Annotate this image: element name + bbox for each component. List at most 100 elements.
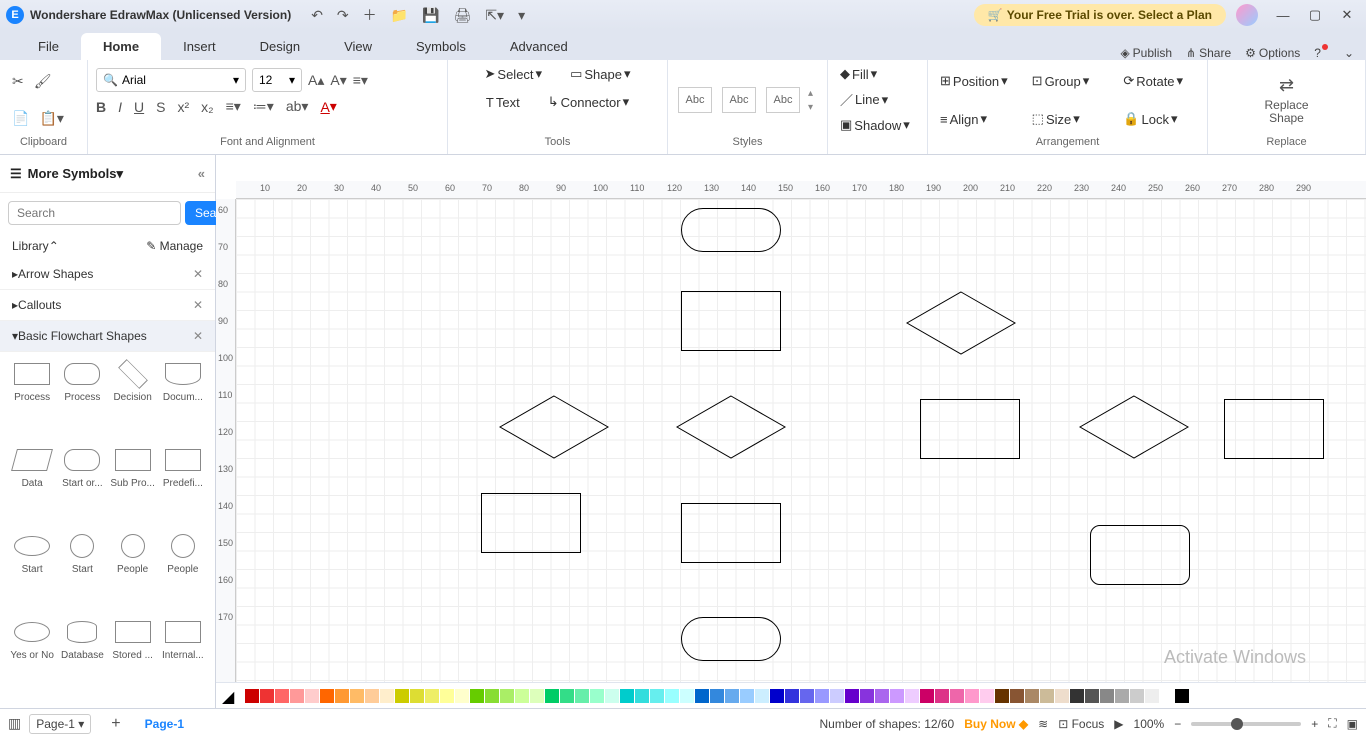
superscript-icon[interactable]: x²: [177, 99, 189, 115]
tab-file[interactable]: File: [16, 33, 81, 60]
underline-icon[interactable]: U: [134, 99, 144, 115]
color-swatch[interactable]: [680, 689, 694, 703]
bold-icon[interactable]: B: [96, 99, 106, 115]
shape-stencil[interactable]: Start or...: [58, 446, 106, 528]
color-swatch[interactable]: [560, 689, 574, 703]
color-swatch[interactable]: [305, 689, 319, 703]
symbol-search-input[interactable]: [8, 201, 181, 225]
color-swatch[interactable]: [770, 689, 784, 703]
shape-tool[interactable]: ▭Shape▾: [566, 64, 634, 84]
copy-icon[interactable]: 📄: [12, 110, 29, 127]
size-button[interactable]: ⬚ Size▾: [1028, 109, 1108, 129]
group-button[interactable]: ⊡ Group▾: [1028, 71, 1108, 91]
shape-stencil[interactable]: People: [109, 532, 157, 614]
color-swatch[interactable]: [875, 689, 889, 703]
color-swatch[interactable]: [965, 689, 979, 703]
format-painter-icon[interactable]: 🖌: [34, 73, 52, 90]
fullscreen-icon[interactable]: ▣: [1347, 717, 1358, 731]
shrink-font-icon[interactable]: A▾: [330, 72, 346, 89]
canvas-shape-process[interactable]: [920, 399, 1020, 459]
tab-symbols[interactable]: Symbols: [394, 33, 488, 60]
color-swatch[interactable]: [410, 689, 424, 703]
hamburger-icon[interactable]: ☰: [10, 166, 22, 182]
maximize-button[interactable]: ▢: [1302, 7, 1328, 23]
more-symbols-label[interactable]: More Symbols: [28, 166, 117, 181]
close-icon[interactable]: ✕: [193, 267, 203, 281]
shape-stencil[interactable]: Start: [8, 532, 56, 614]
canvas-shape-terminator[interactable]: [681, 208, 781, 252]
color-swatch[interactable]: [1055, 689, 1069, 703]
color-swatch[interactable]: [635, 689, 649, 703]
shape-stencil[interactable]: Process: [8, 360, 56, 442]
bullets-icon[interactable]: ≔▾: [253, 98, 274, 115]
color-swatch[interactable]: [1025, 689, 1039, 703]
collapse-panel-icon[interactable]: «: [198, 166, 205, 181]
shape-stencil[interactable]: Process: [58, 360, 106, 442]
color-swatch[interactable]: [1145, 689, 1159, 703]
color-swatch[interactable]: [905, 689, 919, 703]
canvas-shape-decision[interactable]: [906, 291, 1016, 360]
add-page-icon[interactable]: +: [111, 715, 120, 733]
subscript-icon[interactable]: x₂: [201, 99, 213, 115]
canvas-shape-rounded[interactable]: [1090, 525, 1190, 585]
shape-stencil[interactable]: People: [159, 532, 207, 614]
line-button[interactable]: ／ Line▾: [836, 88, 892, 111]
color-swatch[interactable]: [365, 689, 379, 703]
canvas-shape-decision[interactable]: [1079, 395, 1189, 464]
print-icon[interactable]: 🖨: [454, 7, 472, 24]
style-up-icon[interactable]: ▴: [808, 88, 813, 99]
library-label[interactable]: Library: [12, 239, 49, 253]
color-swatch[interactable]: [740, 689, 754, 703]
color-swatch[interactable]: [530, 689, 544, 703]
tab-design[interactable]: Design: [238, 33, 322, 60]
canvas-shape-terminator[interactable]: [681, 617, 781, 661]
color-swatch[interactable]: [890, 689, 904, 703]
color-swatch[interactable]: [725, 689, 739, 703]
color-swatch[interactable]: [545, 689, 559, 703]
select-tool[interactable]: ➤Select▾: [481, 64, 547, 84]
color-swatch[interactable]: [815, 689, 829, 703]
export-icon[interactable]: ⇱▾: [485, 7, 504, 24]
color-swatch[interactable]: [590, 689, 604, 703]
color-swatch[interactable]: [620, 689, 634, 703]
replace-shape-icon[interactable]: ⇄: [1279, 75, 1294, 96]
color-swatch[interactable]: [800, 689, 814, 703]
position-button[interactable]: ⊞ Position▾: [936, 71, 1016, 91]
close-icon[interactable]: ✕: [193, 329, 203, 343]
color-swatch[interactable]: [950, 689, 964, 703]
shape-stencil[interactable]: Sub Pro...: [109, 446, 157, 528]
color-swatch[interactable]: [1070, 689, 1084, 703]
open-icon[interactable]: 📁: [391, 7, 408, 24]
color-swatch[interactable]: [350, 689, 364, 703]
style-preview-2[interactable]: Abc: [722, 87, 756, 113]
italic-icon[interactable]: I: [118, 99, 122, 115]
tab-advanced[interactable]: Advanced: [488, 33, 590, 60]
connector-tool[interactable]: ↳Connector▾: [544, 92, 633, 112]
color-swatch[interactable]: [245, 689, 259, 703]
trial-banner[interactable]: 🛒 Your Free Trial is over. Select a Plan: [974, 4, 1226, 26]
tab-home[interactable]: Home: [81, 33, 161, 60]
drawing-canvas[interactable]: [236, 199, 1366, 682]
tab-view[interactable]: View: [322, 33, 394, 60]
eyedropper-icon[interactable]: ◢: [222, 687, 240, 705]
fit-page-icon[interactable]: ⛶: [1328, 716, 1336, 731]
page-tab[interactable]: Page-1: [135, 717, 194, 731]
color-swatch[interactable]: [1115, 689, 1129, 703]
highlight-icon[interactable]: ab▾: [286, 98, 309, 115]
lock-button[interactable]: 🔒 Lock▾: [1119, 109, 1199, 129]
color-swatch[interactable]: [845, 689, 859, 703]
shape-stencil[interactable]: Decision: [109, 360, 157, 442]
shape-stencil[interactable]: Database: [58, 618, 106, 700]
new-icon[interactable]: ＋: [363, 5, 377, 25]
color-swatch[interactable]: [320, 689, 334, 703]
save-icon[interactable]: 💾: [422, 7, 439, 24]
color-swatch[interactable]: [860, 689, 874, 703]
cat-basic-flowchart[interactable]: ▾ Basic Flowchart Shapes✕: [0, 321, 215, 352]
font-name-combo[interactable]: 🔍Arial▾: [96, 68, 246, 92]
style-preview-3[interactable]: Abc: [766, 87, 800, 113]
rotate-button[interactable]: ⟳ Rotate▾: [1119, 71, 1199, 91]
color-swatch[interactable]: [1175, 689, 1189, 703]
color-swatch[interactable]: [575, 689, 589, 703]
shadow-button[interactable]: ▣ Shadow▾: [836, 115, 914, 135]
color-swatch[interactable]: [260, 689, 274, 703]
